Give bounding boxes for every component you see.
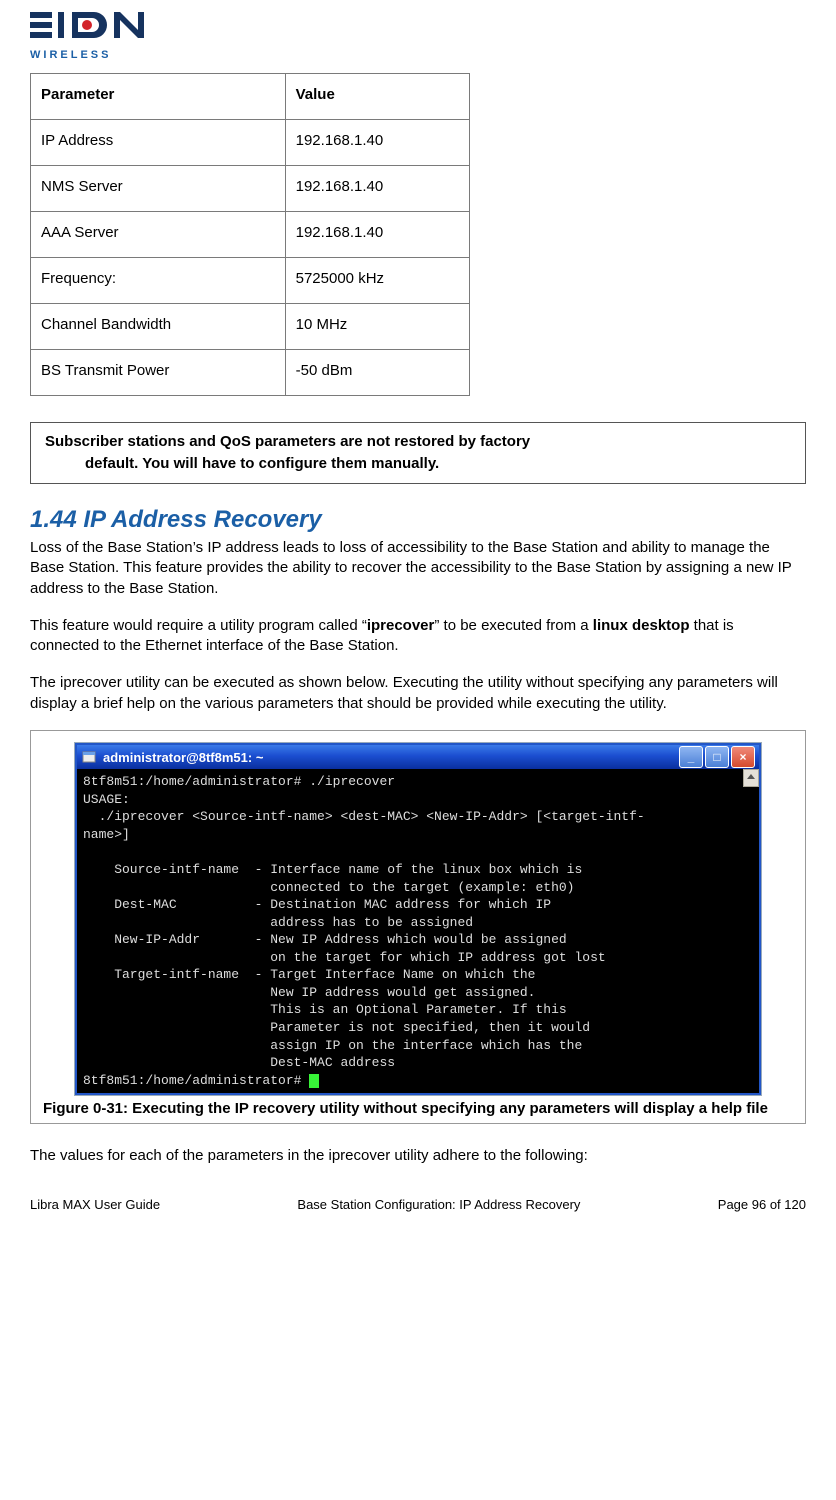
paragraph: The iprecover utility can be executed as…: [30, 673, 806, 714]
terminal-output: 8tf8m51:/home/administrator# ./iprecover…: [83, 774, 645, 1087]
terminal-window: administrator@8tf8m51: ~ _ □ × 8tf8m51:/…: [75, 743, 761, 1095]
window-titlebar: administrator@8tf8m51: ~ _ □ ×: [77, 745, 759, 769]
window-title: administrator@8tf8m51: ~: [103, 750, 679, 765]
maximize-button[interactable]: □: [705, 746, 729, 768]
window-icon: [81, 749, 97, 765]
note-line2: default. You will have to configure them…: [85, 453, 795, 475]
table-row: Frequency:5725000 kHz: [31, 258, 470, 304]
table-row: Channel Bandwidth10 MHz: [31, 304, 470, 350]
scrollbar-up-arrow[interactable]: [743, 769, 759, 787]
table-row: IP Address192.168.1.40: [31, 120, 470, 166]
brand-subtext: WIRELESS: [30, 49, 806, 61]
brand-logo: WIRELESS: [30, 8, 806, 61]
note-line1: Subscriber stations and QoS parameters a…: [45, 433, 530, 450]
bold-term-linux-desktop: linux desktop: [593, 617, 690, 634]
note-box: Subscriber stations and QoS parameters a…: [30, 422, 806, 484]
page-footer: Libra MAX User Guide Base Station Config…: [30, 1197, 806, 1212]
figure-caption: Figure 0-31: Executing the IP recovery u…: [43, 1099, 793, 1119]
close-button[interactable]: ×: [731, 746, 755, 768]
figure-frame: administrator@8tf8m51: ~ _ □ × 8tf8m51:/…: [30, 730, 806, 1124]
footer-right: Page 96 of 120: [718, 1197, 806, 1212]
paragraph: This feature would require a utility pro…: [30, 616, 806, 657]
section-heading: 1.44 IP Address Recovery: [30, 506, 806, 534]
terminal-body: 8tf8m51:/home/administrator# ./iprecover…: [77, 769, 759, 1093]
terminal-cursor: [309, 1074, 319, 1088]
col-header-value: Value: [285, 74, 469, 120]
parameter-table: Parameter Value IP Address192.168.1.40 N…: [30, 73, 470, 396]
footer-left: Libra MAX User Guide: [30, 1197, 160, 1212]
table-row: NMS Server192.168.1.40: [31, 166, 470, 212]
bold-term-iprecover: iprecover: [367, 617, 435, 634]
paragraph: Loss of the Base Station’s IP address le…: [30, 538, 806, 600]
col-header-parameter: Parameter: [31, 74, 286, 120]
footer-center: Base Station Configuration: IP Address R…: [297, 1197, 580, 1212]
table-row: AAA Server192.168.1.40: [31, 212, 470, 258]
minimize-button[interactable]: _: [679, 746, 703, 768]
paragraph: The values for each of the parameters in…: [30, 1146, 806, 1167]
table-row: BS Transmit Power-50 dBm: [31, 350, 470, 396]
table-header-row: Parameter Value: [31, 74, 470, 120]
